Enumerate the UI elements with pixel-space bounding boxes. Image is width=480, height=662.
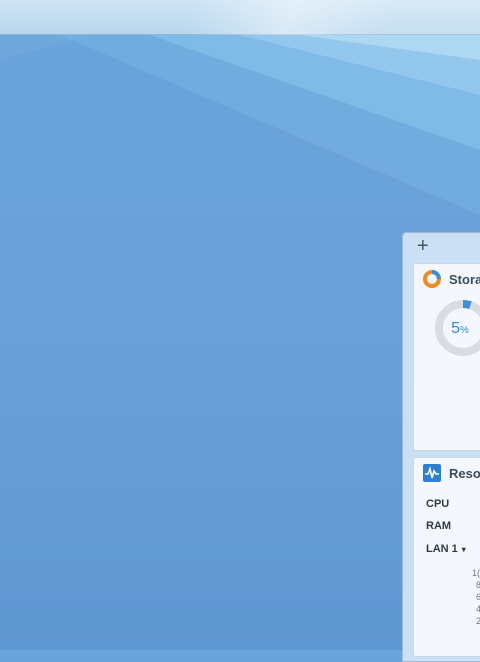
lan-chart-y-tick: 2 [476,616,480,626]
lan-label: LAN 1 [426,543,458,555]
resource-monitor-widget: Reso CPU RAM LAN 1 ▾ 1( 8 6 4 2 [413,457,480,657]
taskbar-shine [0,0,480,35]
lan-chart-y-tick: 1( [472,568,480,578]
lan-chart-y-tick: 8 [476,580,480,590]
storage-donut-icon [423,270,441,288]
storage-usage-label: 5% [440,320,480,338]
chevron-down-icon: ▾ [461,545,466,554]
cpu-label: CPU [426,498,450,510]
taskbar [0,0,480,35]
widget-panel: + Stora 5% Reso CPU RAM LAN 1 ▾ 1( 8 6 4 … [402,232,480,662]
storage-usage-number: 5 [451,320,460,337]
storage-widget-title: Stora [449,272,480,287]
add-widget-button[interactable]: + [417,236,429,256]
storage-usage-unit: % [460,325,469,336]
lan-selector[interactable]: LAN 1 ▾ [426,543,466,555]
resource-monitor-title: Reso [449,466,480,481]
ram-label: RAM [426,520,452,532]
resource-monitor-icon [423,464,441,482]
lan-chart-y-tick: 6 [476,592,480,602]
storage-widget: Stora 5% [413,263,480,451]
lan-chart-y-tick: 4 [476,604,480,614]
